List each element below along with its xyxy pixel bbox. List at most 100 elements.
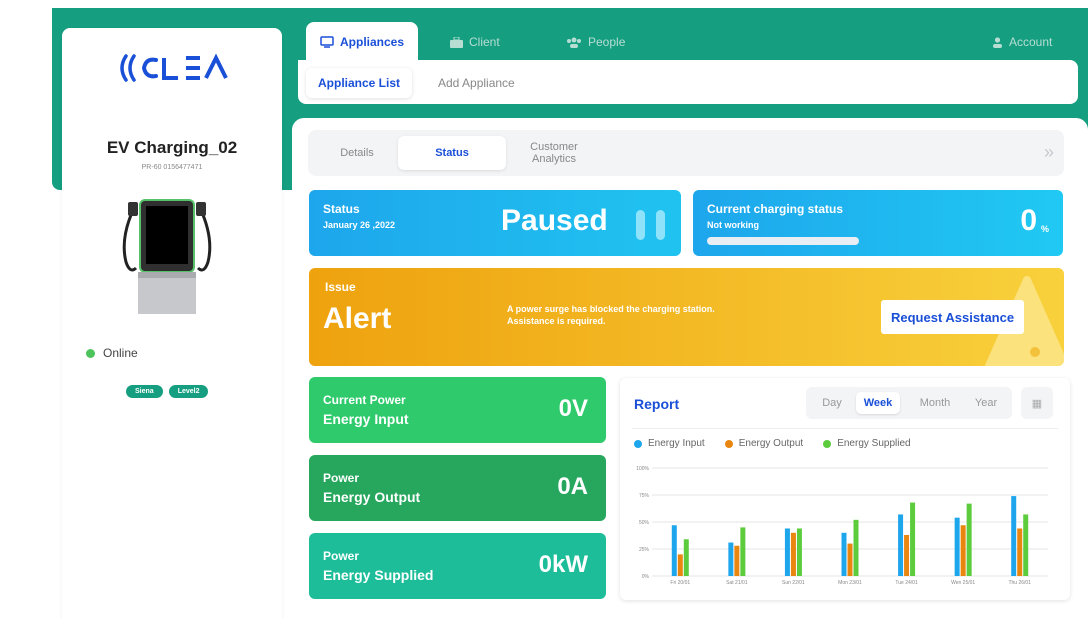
bar-energy-input xyxy=(954,517,960,576)
legend-output: Energy Output xyxy=(724,438,804,449)
bar-energy-supplied xyxy=(853,519,859,576)
charging-title: Current charging status xyxy=(707,202,844,216)
bar-energy-output xyxy=(790,532,796,576)
chevron-right-icon[interactable]: » xyxy=(1044,142,1054,163)
energy-output-value: 0A xyxy=(557,473,588,500)
alert-card: Issue Alert A power surge has blocked th… xyxy=(309,268,1064,366)
subtab-appliance-list[interactable]: Appliance List xyxy=(306,68,413,98)
pause-icon[interactable] xyxy=(634,208,670,247)
energy-output-line2: Energy Output xyxy=(323,489,421,505)
user-icon xyxy=(993,36,1002,48)
tab-appliances[interactable]: Appliances xyxy=(306,22,419,62)
legend-input-dot xyxy=(634,439,642,448)
tab-client[interactable]: Client xyxy=(450,22,500,62)
clea-logo xyxy=(118,50,248,86)
bar-energy-supplied xyxy=(740,527,746,576)
legend-supplied: Energy Supplied xyxy=(823,438,911,449)
bar-energy-input xyxy=(728,542,734,576)
x-tick-label: Wen 25/01 xyxy=(951,580,975,586)
sub-nav: Appliance List Add Appliance xyxy=(298,60,1078,104)
bar-energy-output xyxy=(734,545,740,576)
tag-level[interactable]: Level2 xyxy=(168,385,209,398)
chart-legend: Energy Input Energy Output Energy Suppli… xyxy=(634,438,911,449)
period-year[interactable]: Year xyxy=(966,392,1006,414)
device-id: PR-60 0156477471 xyxy=(141,164,203,171)
bar-energy-input xyxy=(1011,496,1017,576)
report-panel: Report Day Week Month Year ▦ Energy Inpu… xyxy=(620,378,1070,600)
online-label: Online xyxy=(103,346,138,360)
report-chart: 0% 25% 50% 75% 100% Fri 20/01 Sat 21/01 Sun 22/… xyxy=(636,466,1048,586)
bar-energy-output xyxy=(904,534,910,576)
legend-input-label: Energy Input xyxy=(648,438,705,449)
legend-output-dot xyxy=(724,439,733,448)
bar-energy-input xyxy=(841,532,847,576)
online-status: Online xyxy=(86,346,138,360)
tab-appliances-label: Appliances xyxy=(340,35,405,49)
device-tags: Siena Level2 xyxy=(126,385,209,398)
tab-account-label: Account xyxy=(1009,35,1053,49)
period-month[interactable]: Month xyxy=(910,392,960,414)
top-nav: Appliances Client People Account xyxy=(298,22,1078,62)
charging-status-card: Current charging status Not working 0 % xyxy=(693,190,1063,256)
inner-tabs: Details Status Customer Analytics » xyxy=(308,130,1064,176)
charging-value: 0 xyxy=(1020,204,1037,237)
alert-title: Alert xyxy=(323,302,392,335)
bar-energy-supplied xyxy=(683,539,689,576)
energy-output-card: Power Energy Output 0A xyxy=(309,455,606,521)
x-tick-label: Sun 22/01 xyxy=(782,580,805,586)
charging-subtitle: Not working xyxy=(707,220,759,230)
alert-label: Issue xyxy=(325,280,356,294)
charging-progress-bar xyxy=(707,237,859,245)
energy-input-card: Current Power Energy Input 0V xyxy=(309,377,606,443)
y-tick-label: 75% xyxy=(639,493,650,499)
report-divider xyxy=(632,428,1058,429)
energy-input-value: 0V xyxy=(558,395,588,422)
alert-message-1: A power surge has blocked the charging s… xyxy=(507,304,715,314)
bar-energy-output xyxy=(677,554,683,576)
status-value: Paused xyxy=(501,204,608,237)
legend-output-label: Energy Output xyxy=(738,438,804,449)
tab-details[interactable]: Details xyxy=(322,136,392,170)
bar-energy-input xyxy=(784,528,790,576)
charging-unit: % xyxy=(1040,224,1049,234)
status-card: Status January 26 ,2022 Paused xyxy=(309,190,681,256)
calendar-icon[interactable]: ▦ xyxy=(1021,387,1053,419)
bar-energy-supplied xyxy=(796,528,802,576)
energy-supplied-card: Power Energy Supplied 0kW xyxy=(309,533,606,599)
y-tick-label: 100% xyxy=(636,466,649,472)
tab-customer-line1: Customer xyxy=(530,141,578,153)
device-name: EV Charging_02 xyxy=(106,138,238,157)
main-content: Details Status Customer Analytics » Stat… xyxy=(292,118,1088,618)
x-tick-label: Sat 21/01 xyxy=(726,580,748,586)
app-root: EV Charging_02 PR-60 0156477471 Online S… xyxy=(0,0,1088,618)
bar-energy-output xyxy=(1017,528,1023,576)
period-selector: Day Week Month Year xyxy=(806,387,1012,419)
device-panel: EV Charging_02 PR-60 0156477471 Online S… xyxy=(62,28,282,618)
request-assistance-button[interactable]: Request Assistance xyxy=(881,300,1025,334)
energy-supplied-line2: Energy Supplied xyxy=(323,567,434,583)
tag-location[interactable]: Siena xyxy=(126,385,163,398)
bar-energy-input xyxy=(671,525,677,576)
tab-customer-analytics[interactable]: Customer Analytics xyxy=(514,136,594,170)
tab-people[interactable]: People xyxy=(566,22,625,62)
legend-input: Energy Input xyxy=(634,438,705,449)
energy-output-line1: Power xyxy=(323,471,360,485)
tab-customer-line2: Analytics xyxy=(531,153,577,165)
energy-supplied-line1: Power xyxy=(323,549,360,563)
x-tick-label: Tue 24/01 xyxy=(895,580,918,586)
briefcase-icon xyxy=(450,36,463,48)
period-day[interactable]: Day xyxy=(812,392,852,414)
bar-energy-output xyxy=(960,525,966,576)
report-title: Report xyxy=(634,396,680,412)
period-week[interactable]: Week xyxy=(856,392,900,414)
bar-energy-supplied xyxy=(910,502,916,576)
status-title: Status xyxy=(323,202,360,216)
online-dot-icon xyxy=(86,348,95,358)
status-date: January 26 ,2022 xyxy=(323,220,396,230)
y-tick-label: 25% xyxy=(639,547,650,553)
subtab-add-appliance[interactable]: Add Appliance xyxy=(438,68,515,98)
monitor-icon xyxy=(320,36,334,48)
tab-account[interactable]: Account xyxy=(992,22,1052,62)
charger-image xyxy=(120,198,214,316)
tab-status[interactable]: Status xyxy=(398,136,506,170)
